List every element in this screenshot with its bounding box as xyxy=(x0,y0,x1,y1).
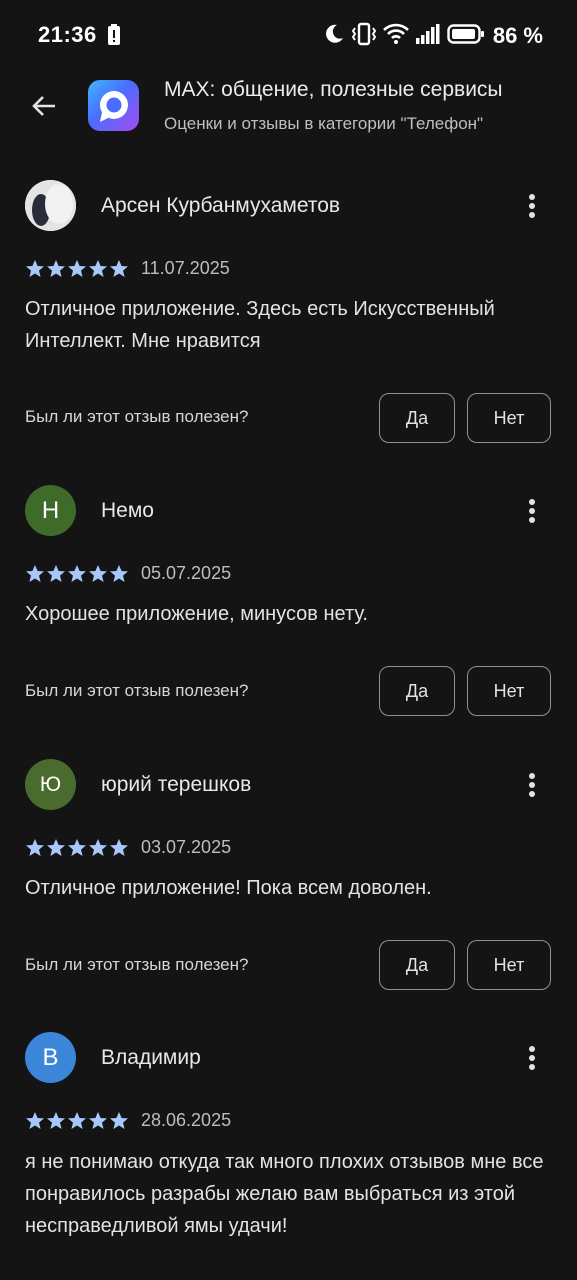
review-text: Отличное приложение. Здесь есть Искусств… xyxy=(25,298,495,352)
star-icon xyxy=(89,260,107,277)
more-options-button[interactable] xyxy=(512,765,552,805)
avatar: Н xyxy=(25,485,76,536)
review-date: 11.07.2025 xyxy=(141,258,230,278)
more-options-button[interactable] xyxy=(512,491,552,531)
star-icon xyxy=(47,1112,65,1129)
star-icon xyxy=(26,1112,44,1129)
alert-icon xyxy=(107,24,121,51)
more-vert-icon xyxy=(529,1046,535,1070)
battery-percent: 86 % xyxy=(492,23,543,48)
helpful-yes-button[interactable]: Да xyxy=(379,940,455,990)
star-icon xyxy=(110,839,128,856)
star-icon xyxy=(26,839,44,856)
helpful-no-button[interactable]: Нет xyxy=(467,666,551,716)
star-icon xyxy=(26,565,44,582)
header-subtitle: Оценки и отзывы в категории "Телефон" xyxy=(164,114,484,133)
star-icon xyxy=(68,1112,86,1129)
avatar xyxy=(25,180,76,231)
status-time: 21:36 xyxy=(38,22,97,47)
more-vert-icon xyxy=(529,499,535,523)
more-options-button[interactable] xyxy=(512,1038,552,1078)
helpful-question: Был ли этот отзыв полезен? xyxy=(25,681,249,700)
star-icon xyxy=(68,565,86,582)
star-icon xyxy=(89,1112,107,1129)
more-options-button[interactable] xyxy=(512,186,552,226)
status-icons: 86 % xyxy=(323,22,543,50)
app-icon xyxy=(88,80,139,131)
review-date: 28.06.2025 xyxy=(141,1110,232,1130)
review-text: Хорошее приложение, минусов нету. xyxy=(25,603,368,625)
avatar: Ю xyxy=(25,759,76,810)
review-date: 03.07.2025 xyxy=(141,837,232,857)
back-button[interactable] xyxy=(22,84,66,128)
star-icon xyxy=(26,260,44,277)
star-icon xyxy=(68,839,86,856)
moon-icon xyxy=(323,23,345,50)
avatar: В xyxy=(25,1032,76,1083)
reviewer-name: Владимир xyxy=(101,1046,201,1069)
wifi-icon xyxy=(382,23,409,50)
signal-icon xyxy=(415,23,441,50)
helpful-no-button[interactable]: Нет xyxy=(467,393,551,443)
star-icon xyxy=(47,839,65,856)
helpful-yes-button[interactable]: Да xyxy=(379,666,455,716)
review-date: 05.07.2025 xyxy=(141,563,232,583)
app-title: MAX: общение, полезные сервисы xyxy=(164,78,503,101)
helpful-no-button[interactable]: Нет xyxy=(467,940,551,990)
more-vert-icon xyxy=(529,773,535,797)
star-rating xyxy=(25,1111,129,1131)
vibrate-icon xyxy=(351,22,377,51)
helpful-question: Был ли этот отзыв полезен? xyxy=(25,407,249,426)
helpful-question: Был ли этот отзыв полезен? xyxy=(25,955,249,974)
star-icon xyxy=(68,260,86,277)
star-icon xyxy=(110,1112,128,1129)
review-text: я не понимаю откуда так много плохих отз… xyxy=(25,1151,544,1237)
arrow-back-icon xyxy=(32,96,55,116)
app-header: MAX: общение, полезные сервисы Оценки и … xyxy=(0,72,577,172)
star-icon xyxy=(89,565,107,582)
star-icon xyxy=(89,839,107,856)
review-text: Отличное приложение! Пока всем доволен. xyxy=(25,877,432,899)
helpful-yes-button[interactable]: Да xyxy=(379,393,455,443)
star-icon xyxy=(110,565,128,582)
battery-icon xyxy=(447,23,485,50)
status-bar: 21:36 86 % xyxy=(0,0,577,72)
reviewer-name: Немо xyxy=(101,499,154,522)
reviewer-name: Арсен Курбанмухаметов xyxy=(101,194,341,217)
star-rating xyxy=(25,838,129,858)
star-icon xyxy=(110,260,128,277)
star-icon xyxy=(47,260,65,277)
more-vert-icon xyxy=(529,194,535,218)
star-icon xyxy=(47,565,65,582)
reviewer-name: юрий терешков xyxy=(101,773,252,796)
star-rating xyxy=(25,259,129,279)
star-rating xyxy=(25,564,129,584)
